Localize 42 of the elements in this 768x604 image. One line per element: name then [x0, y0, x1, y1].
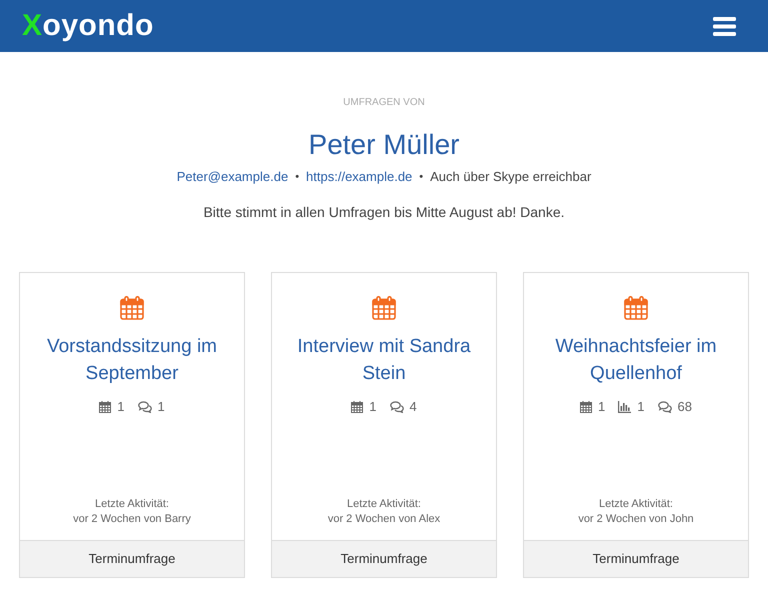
calendar-icon: [99, 401, 112, 413]
calendar-icon: [120, 296, 144, 320]
comments-icon: [138, 401, 152, 413]
poll-card[interactable]: Vorstandssitzung im September 1 1 Letzte Aktivität: vor 2 Wochen von Barry Terminumfrage: [19, 272, 245, 578]
poll-type-footer: Terminumfrage: [524, 540, 748, 577]
contact-link[interactable]: https://example.de: [306, 168, 412, 186]
calendar-icon: [372, 296, 396, 320]
calendar-icon: [351, 401, 364, 413]
poll-card[interactable]: Interview mit Sandra Stein 1 4 Letzte Aktivität: vor 2 Wochen von Alex Terminumfrage: [271, 272, 497, 578]
menu-icon[interactable]: [713, 16, 736, 36]
poll-card[interactable]: Weihnachtsfeier im Quellenhof 1 1 68 Letzte Aktivität: vor 2 Wochen von John Terminumfrage: [523, 272, 749, 578]
activity-text: vor 2 Wochen von Alex: [328, 512, 440, 527]
logo[interactable]: Xoyondo: [22, 9, 154, 43]
bar-chart-icon: [618, 401, 632, 413]
poll-title[interactable]: Weihnachtsfeier im Quellenhof: [538, 333, 734, 387]
contact-note: Auch über Skype erreichbar: [430, 168, 592, 186]
calendar-icon: [624, 296, 648, 320]
stat-count: 1: [637, 399, 644, 415]
stat-count: 1: [117, 399, 124, 415]
poll-title[interactable]: Interview mit Sandra Stein: [286, 333, 482, 387]
activity-label: Letzte Aktivität:: [347, 497, 421, 512]
owner-message: Bitte stimmt in allen Umfragen bis Mitte August ab! Danke.: [203, 203, 565, 222]
activity-text: vor 2 Wochen von John: [578, 512, 694, 527]
owner-name: Peter Müller: [308, 128, 460, 162]
comments-icon: [658, 401, 672, 413]
poll-type-footer: Terminumfrage: [272, 540, 496, 577]
calendar-icon: [580, 401, 592, 413]
separator: •: [295, 170, 300, 185]
poll-type-footer: Terminumfrage: [20, 540, 244, 577]
section-label: UMFRAGEN VON: [343, 96, 425, 110]
contact-link[interactable]: Peter@example.de: [176, 168, 288, 186]
comments-icon: [390, 401, 404, 413]
poll-title[interactable]: Vorstandssitzung im September: [34, 333, 230, 387]
separator: •: [419, 170, 424, 185]
activity-text: vor 2 Wochen von Barry: [73, 512, 191, 527]
activity-label: Letzte Aktivität:: [95, 497, 169, 512]
stat-count: 1: [369, 399, 376, 415]
stat-count: 1: [158, 399, 165, 415]
activity-label: Letzte Aktivität:: [599, 497, 673, 512]
stat-count: 4: [410, 399, 417, 415]
stat-count: 1: [598, 399, 606, 415]
stat-count: 68: [678, 399, 692, 415]
